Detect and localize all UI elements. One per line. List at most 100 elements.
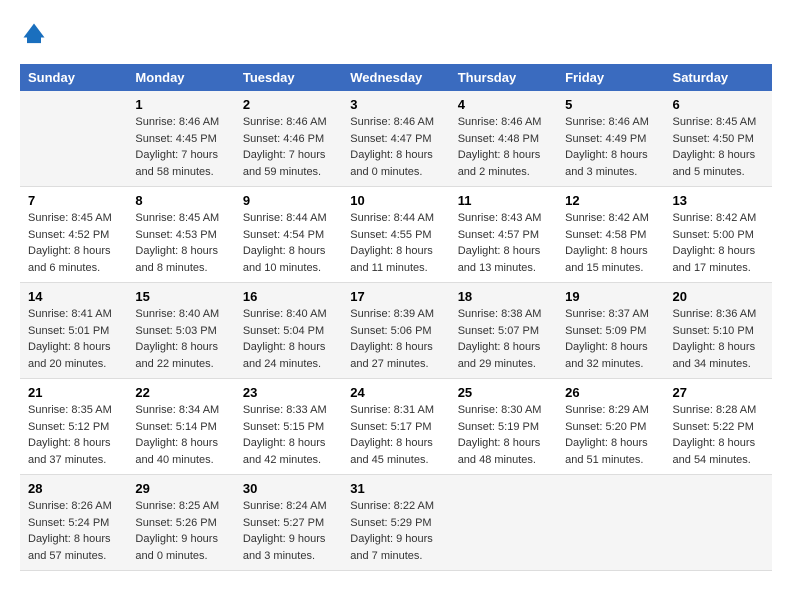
day-detail: Sunrise: 8:46 AMSunset: 4:48 PMDaylight:…: [458, 114, 549, 180]
day-detail: Sunrise: 8:31 AMSunset: 5:17 PMDaylight:…: [350, 402, 441, 468]
day-detail: Sunrise: 8:33 AMSunset: 5:15 PMDaylight:…: [243, 402, 334, 468]
day-cell: 13 Sunrise: 8:42 AMSunset: 5:00 PMDayligh…: [665, 187, 772, 283]
day-cell: 17 Sunrise: 8:39 AMSunset: 5:06 PMDayligh…: [342, 283, 449, 379]
day-number: 6: [673, 97, 764, 112]
page-header: [20, 20, 772, 48]
day-number: 15: [135, 289, 226, 304]
day-number: 27: [673, 385, 764, 400]
day-cell: 24 Sunrise: 8:31 AMSunset: 5:17 PMDayligh…: [342, 379, 449, 475]
day-detail: Sunrise: 8:42 AMSunset: 4:58 PMDaylight:…: [565, 210, 656, 276]
day-detail: Sunrise: 8:39 AMSunset: 5:06 PMDaylight:…: [350, 306, 441, 372]
day-number: 25: [458, 385, 549, 400]
week-row-1: 1 Sunrise: 8:46 AMSunset: 4:45 PMDaylight…: [20, 91, 772, 187]
day-cell: 7 Sunrise: 8:45 AMSunset: 4:52 PMDaylight…: [20, 187, 127, 283]
col-header-thursday: Thursday: [450, 64, 557, 91]
day-number: 3: [350, 97, 441, 112]
day-cell: 5 Sunrise: 8:46 AMSunset: 4:49 PMDaylight…: [557, 91, 664, 187]
col-header-friday: Friday: [557, 64, 664, 91]
day-cell: 30 Sunrise: 8:24 AMSunset: 5:27 PMDayligh…: [235, 475, 342, 571]
day-cell: 4 Sunrise: 8:46 AMSunset: 4:48 PMDaylight…: [450, 91, 557, 187]
calendar-table: SundayMondayTuesdayWednesdayThursdayFrid…: [20, 64, 772, 571]
day-cell: 10Sunrise: 8:44 AMSunset: 4:55 PMDayligh…: [342, 187, 449, 283]
day-detail: Sunrise: 8:36 AMSunset: 5:10 PMDaylight:…: [673, 306, 764, 372]
day-number: 30: [243, 481, 334, 496]
day-number: 28: [28, 481, 119, 496]
day-cell: 19 Sunrise: 8:37 AMSunset: 5:09 PMDayligh…: [557, 283, 664, 379]
col-header-monday: Monday: [127, 64, 234, 91]
day-cell: 18Sunrise: 8:38 AMSunset: 5:07 PMDayligh…: [450, 283, 557, 379]
day-cell: 26Sunrise: 8:29 AMSunset: 5:20 PMDayligh…: [557, 379, 664, 475]
day-number: 31: [350, 481, 441, 496]
day-detail: Sunrise: 8:28 AMSunset: 5:22 PMDaylight:…: [673, 402, 764, 468]
day-cell: 29 Sunrise: 8:25 AMSunset: 5:26 PMDayligh…: [127, 475, 234, 571]
day-number: 2: [243, 97, 334, 112]
day-cell: 28 Sunrise: 8:26 AMSunset: 5:24 PMDayligh…: [20, 475, 127, 571]
day-cell: 2 Sunrise: 8:46 AMSunset: 4:46 PMDaylight…: [235, 91, 342, 187]
day-cell: 31 Sunrise: 8:22 AMSunset: 5:29 PMDayligh…: [342, 475, 449, 571]
day-detail: Sunrise: 8:46 AMSunset: 4:47 PMDaylight:…: [350, 114, 441, 180]
day-number: 4: [458, 97, 549, 112]
logo: [20, 20, 52, 48]
day-detail: Sunrise: 8:46 AMSunset: 4:49 PMDaylight:…: [565, 114, 656, 180]
day-detail: Sunrise: 8:46 AMSunset: 4:46 PMDaylight:…: [243, 114, 334, 180]
day-cell: 3 Sunrise: 8:46 AMSunset: 4:47 PMDaylight…: [342, 91, 449, 187]
day-cell: 14 Sunrise: 8:41 AMSunset: 5:01 PMDayligh…: [20, 283, 127, 379]
col-header-sunday: Sunday: [20, 64, 127, 91]
day-number: 12: [565, 193, 656, 208]
day-cell: 23 Sunrise: 8:33 AMSunset: 5:15 PMDayligh…: [235, 379, 342, 475]
day-cell: 22Sunrise: 8:34 AMSunset: 5:14 PMDayligh…: [127, 379, 234, 475]
day-cell: 11 Sunrise: 8:43 AMSunset: 4:57 PMDayligh…: [450, 187, 557, 283]
day-cell: 25 Sunrise: 8:30 AMSunset: 5:19 PMDayligh…: [450, 379, 557, 475]
day-number: 16: [243, 289, 334, 304]
day-cell: 15Sunrise: 8:40 AMSunset: 5:03 PMDayligh…: [127, 283, 234, 379]
week-row-3: 14 Sunrise: 8:41 AMSunset: 5:01 PMDayligh…: [20, 283, 772, 379]
day-number: 22: [135, 385, 226, 400]
day-detail: Sunrise: 8:41 AMSunset: 5:01 PMDaylight:…: [28, 306, 119, 372]
day-detail: Sunrise: 8:42 AMSunset: 5:00 PMDaylight:…: [673, 210, 764, 276]
col-header-wednesday: Wednesday: [342, 64, 449, 91]
week-row-4: 21Sunrise: 8:35 AMSunset: 5:12 PMDayligh…: [20, 379, 772, 475]
day-number: 18: [458, 289, 549, 304]
day-cell: 6 Sunrise: 8:45 AMSunset: 4:50 PMDaylight…: [665, 91, 772, 187]
day-number: 14: [28, 289, 119, 304]
day-detail: Sunrise: 8:46 AMSunset: 4:45 PMDaylight:…: [135, 114, 226, 180]
day-detail: Sunrise: 8:43 AMSunset: 4:57 PMDaylight:…: [458, 210, 549, 276]
day-cell: 1 Sunrise: 8:46 AMSunset: 4:45 PMDaylight…: [127, 91, 234, 187]
day-number: 26: [565, 385, 656, 400]
day-cell: 27 Sunrise: 8:28 AMSunset: 5:22 PMDayligh…: [665, 379, 772, 475]
day-number: 23: [243, 385, 334, 400]
day-detail: Sunrise: 8:37 AMSunset: 5:09 PMDaylight:…: [565, 306, 656, 372]
day-number: 19: [565, 289, 656, 304]
day-cell: [557, 475, 664, 571]
day-detail: Sunrise: 8:24 AMSunset: 5:27 PMDaylight:…: [243, 498, 334, 564]
day-number: 24: [350, 385, 441, 400]
day-number: 5: [565, 97, 656, 112]
day-cell: 21Sunrise: 8:35 AMSunset: 5:12 PMDayligh…: [20, 379, 127, 475]
day-detail: Sunrise: 8:30 AMSunset: 5:19 PMDaylight:…: [458, 402, 549, 468]
day-number: 13: [673, 193, 764, 208]
day-detail: Sunrise: 8:45 AMSunset: 4:52 PMDaylight:…: [28, 210, 119, 276]
day-cell: [20, 91, 127, 187]
day-detail: Sunrise: 8:45 AMSunset: 4:50 PMDaylight:…: [673, 114, 764, 180]
logo-icon: [20, 20, 48, 48]
day-detail: Sunrise: 8:40 AMSunset: 5:04 PMDaylight:…: [243, 306, 334, 372]
day-number: 17: [350, 289, 441, 304]
header-row: SundayMondayTuesdayWednesdayThursdayFrid…: [20, 64, 772, 91]
day-number: 11: [458, 193, 549, 208]
day-detail: Sunrise: 8:44 AMSunset: 4:55 PMDaylight:…: [350, 210, 441, 276]
day-cell: 16 Sunrise: 8:40 AMSunset: 5:04 PMDayligh…: [235, 283, 342, 379]
day-detail: Sunrise: 8:22 AMSunset: 5:29 PMDaylight:…: [350, 498, 441, 564]
day-detail: Sunrise: 8:45 AMSunset: 4:53 PMDaylight:…: [135, 210, 226, 276]
day-number: 29: [135, 481, 226, 496]
day-cell: 9Sunrise: 8:44 AMSunset: 4:54 PMDaylight…: [235, 187, 342, 283]
day-cell: 20Sunrise: 8:36 AMSunset: 5:10 PMDayligh…: [665, 283, 772, 379]
day-number: 8: [135, 193, 226, 208]
day-detail: Sunrise: 8:25 AMSunset: 5:26 PMDaylight:…: [135, 498, 226, 564]
day-number: 7: [28, 193, 119, 208]
day-cell: [450, 475, 557, 571]
week-row-2: 7 Sunrise: 8:45 AMSunset: 4:52 PMDaylight…: [20, 187, 772, 283]
day-detail: Sunrise: 8:26 AMSunset: 5:24 PMDaylight:…: [28, 498, 119, 564]
day-number: 1: [135, 97, 226, 112]
col-header-tuesday: Tuesday: [235, 64, 342, 91]
day-cell: 8 Sunrise: 8:45 AMSunset: 4:53 PMDaylight…: [127, 187, 234, 283]
